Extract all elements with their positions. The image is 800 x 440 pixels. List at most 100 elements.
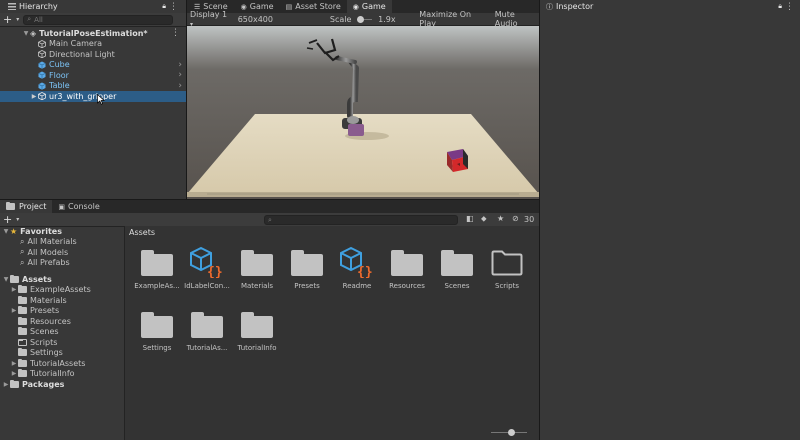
svg-text:{}: {} [357, 265, 373, 278]
tab-project[interactable]: Project [0, 200, 53, 213]
asset-scenes[interactable]: Scenes [433, 250, 481, 290]
tab-asset-store[interactable]: ▤ Asset Store [280, 0, 347, 13]
tree-folder-tutorialinfo[interactable]: ▶ TutorialInfo [0, 369, 124, 380]
tab-inspector[interactable]: ⓘ Inspector 🔒︎ ⋮ [540, 0, 800, 13]
icon-size-slider[interactable] [491, 429, 527, 436]
packages-label: Packages [22, 379, 65, 389]
tab-asset-store-label: Asset Store [295, 2, 341, 11]
game-panel: ☰ Scene ◉ Game ▤ Asset Store ◉ Game Disp… [187, 0, 539, 199]
chevron-right-icon[interactable]: › [178, 81, 182, 91]
chevron-right-icon[interactable]: › [178, 70, 182, 80]
tab-game[interactable]: ◉ Game [235, 0, 280, 13]
hierarchy-tabbar: Hierarchy 🔒︎ ⋮ [0, 0, 186, 13]
expand-arrow-icon[interactable]: ▶ [10, 370, 18, 377]
prefab-icon [38, 71, 46, 80]
asset-resources[interactable]: Resources [383, 250, 431, 290]
tree-folder-exampleassets[interactable]: ▶ ExampleAssets [0, 285, 124, 296]
favorites-header[interactable]: ▼ ★ Favorites [0, 226, 124, 237]
tab-game-active-label: Game [361, 2, 386, 11]
tree-folder-resources[interactable]: Resources [0, 316, 124, 327]
hierarchy-item-floor[interactable]: Floor › [0, 70, 186, 81]
expand-arrow-icon[interactable]: ▶ [10, 360, 18, 367]
asset-label: Presets [294, 282, 320, 290]
packages-header[interactable]: ▶ Packages [0, 379, 124, 390]
tree-folder-label: Presets [30, 306, 60, 316]
tab-console-label: Console [68, 202, 100, 211]
tree-folder-scenes[interactable]: Scenes [0, 327, 124, 338]
scriptable-object-icon: {} [190, 246, 223, 278]
expand-arrow-icon[interactable]: ▶ [10, 307, 18, 314]
asset-tutorialinfo[interactable]: TutorialInfo [233, 312, 281, 352]
asset-presets[interactable]: Presets [283, 250, 331, 290]
tab-console[interactable]: ▣ Console [52, 200, 105, 213]
star-icon[interactable]: ★ [497, 214, 504, 223]
chevron-right-icon[interactable]: › [178, 60, 182, 70]
breadcrumb-assets[interactable]: Assets [129, 228, 155, 237]
asset-exampleassets[interactable]: ExampleAs... [133, 250, 181, 290]
add-icon[interactable]: + [3, 14, 12, 25]
hierarchy-item-cube[interactable]: Cube › [0, 60, 186, 71]
resolution-dropdown[interactable]: 650x400 [238, 15, 273, 24]
hierarchy-item-directional-light[interactable]: Directional Light [0, 49, 186, 60]
favorite-all-prefabs[interactable]: ⌕ All Prefabs [0, 258, 124, 269]
lock-icon[interactable]: 🔒︎ [162, 2, 166, 11]
folder-icon [18, 306, 27, 315]
hierarchy-item-ur3-with-gripper[interactable]: ▶ ur3_with_gripper [0, 91, 186, 105]
filter-type-icon[interactable]: ◧ [466, 214, 474, 223]
asset-tutorialassets[interactable]: TutorialAs... [183, 312, 231, 352]
asset-settings[interactable]: Settings [133, 312, 181, 352]
asset-scripts[interactable]: Scripts [483, 250, 531, 290]
tab-project-label: Project [19, 202, 47, 211]
scale-value: 1.9x [378, 14, 396, 24]
asset-readme[interactable]: {} Readme [333, 246, 381, 290]
game-viewport[interactable] [187, 26, 539, 199]
expand-arrow-icon[interactable]: ▼ [2, 276, 10, 283]
tree-folder-settings[interactable]: Settings [0, 348, 124, 359]
favorite-all-materials[interactable]: ⌕ All Materials [0, 237, 124, 248]
display-label: Display 1 [190, 10, 228, 19]
tree-folder-materials[interactable]: Materials [0, 295, 124, 306]
hierarchy-search-input[interactable]: ⌕ All [23, 14, 174, 25]
tree-folder-scripts[interactable]: Scripts [0, 337, 124, 348]
layer-count: 30 [524, 215, 535, 224]
star-icon: ★ [10, 226, 18, 236]
favorite-all-models[interactable]: ⌕ All Models [0, 247, 124, 258]
icon-size-slider-thumb[interactable] [508, 429, 515, 436]
label-tag-icon[interactable]: ⬥ [481, 214, 487, 224]
chevron-down-icon[interactable]: ▾ [16, 216, 19, 223]
hierarchy-item-main-camera[interactable]: Main Camera [0, 39, 186, 50]
scene-root[interactable]: ▼ ◈ TutorialPoseEstimation* ⋮ [0, 28, 186, 39]
assets-header[interactable]: ▼ Assets [0, 274, 124, 285]
info-icon: ⓘ [546, 2, 553, 11]
tab-hierarchy[interactable]: Hierarchy 🔒︎ ⋮ [0, 0, 186, 13]
add-icon[interactable]: + [3, 214, 12, 225]
project-tree: ▼ ★ Favorites ⌕ All Materials ⌕ All Mode… [0, 226, 124, 440]
hierarchy-item-label: ur3_with_gripper [49, 91, 117, 101]
asset-idlabelconfig[interactable]: {} IdLabelCon... [183, 246, 231, 290]
expand-arrow-icon[interactable]: ▼ [2, 228, 10, 235]
scale-slider-thumb[interactable] [357, 15, 365, 23]
search-icon: ⌕ [20, 247, 25, 257]
menu-icon[interactable]: ⋮ [785, 2, 794, 12]
hidden-packages-icon[interactable]: ⊘ [512, 214, 519, 223]
scene-menu-icon[interactable]: ⋮ [171, 28, 180, 38]
search-icon: ⌕ [27, 15, 32, 23]
expand-arrow-icon[interactable]: ▶ [10, 286, 18, 293]
expand-arrow-icon[interactable]: ▶ [30, 93, 38, 100]
gameobject-icon [38, 92, 46, 101]
menu-icon[interactable]: ⋮ [169, 2, 178, 12]
bottom-tabbar: Project ▣ Console [0, 200, 539, 213]
tree-folder-presets[interactable]: ▶ Presets [0, 306, 124, 317]
project-search-input[interactable]: ⌕ [264, 215, 458, 225]
scale-slider[interactable] [357, 15, 373, 23]
asset-materials[interactable]: Materials [233, 250, 281, 290]
expand-arrow-icon[interactable]: ▼ [22, 30, 30, 37]
chevron-down-icon[interactable]: ▾ [16, 16, 19, 23]
assets-label: Assets [22, 274, 52, 284]
asset-label: Settings [142, 344, 172, 352]
tab-game-active[interactable]: ◉ Game [346, 0, 392, 13]
hierarchy-item-table[interactable]: Table › [0, 81, 186, 92]
tree-folder-tutorialassets[interactable]: ▶ TutorialAssets [0, 358, 124, 369]
lock-icon[interactable]: 🔒︎ [778, 2, 782, 11]
expand-arrow-icon[interactable]: ▶ [2, 381, 10, 388]
